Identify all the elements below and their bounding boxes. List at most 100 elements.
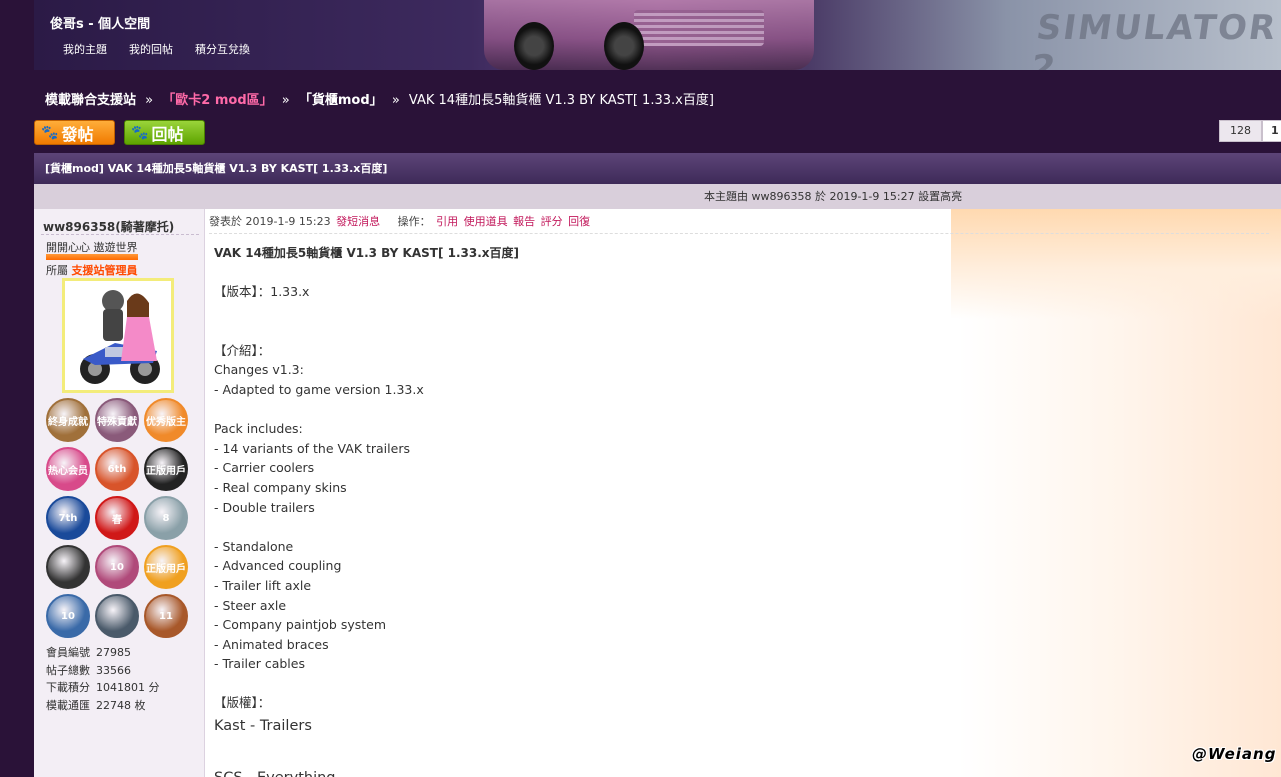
stat-post-count: 帖子總數 33566 bbox=[46, 662, 160, 680]
breadcrumb-home[interactable]: 模載聯合支援站 bbox=[45, 93, 136, 108]
medal-badge-icon[interactable]: 春 bbox=[95, 496, 139, 540]
breadcrumb-forum[interactable]: 「歐卡2 mod區」 bbox=[162, 93, 272, 108]
pagination: 128 1 bbox=[1219, 120, 1281, 142]
decorative-background bbox=[951, 209, 1281, 319]
stat-value: 33566 bbox=[96, 663, 131, 677]
post-content: 發表於 2019-1-9 15:23 發短消息 操作： 引用 使用道具 報告 評… bbox=[205, 209, 1281, 777]
author-motto: 開開心心 遨遊世界 bbox=[46, 241, 138, 254]
stat-label: 下載積分 bbox=[46, 681, 90, 694]
author-group-name[interactable]: 支援站管理員 bbox=[72, 264, 138, 277]
medal-badge-icon[interactable]: 优秀版主 bbox=[144, 398, 188, 442]
motorcycle-couple-avatar-icon bbox=[65, 281, 171, 390]
page-total: 128 bbox=[1219, 120, 1262, 142]
nav-points-exchange[interactable]: 積分互兌換 bbox=[195, 41, 250, 57]
stat-label: 會員編號 bbox=[46, 646, 90, 659]
post-line: - 14 variants of the VAK trailers bbox=[214, 440, 410, 456]
post: ww896358(騎著摩托) 開開心心 遨遊世界 所屬 支援站管理員 終身成就 … bbox=[34, 209, 1281, 777]
breadcrumb-separator: » bbox=[281, 93, 290, 108]
truck-wheel bbox=[514, 22, 554, 70]
author-level-bar bbox=[46, 254, 138, 260]
stat-currency: 模載通匯 22748 枚 bbox=[46, 697, 160, 715]
stat-download-points: 下載積分 1041801 分 bbox=[46, 679, 160, 697]
breadcrumb: 模載聯合支援站 » 「歐卡2 mod區」 » 「貨櫃mod」 » VAK 14種… bbox=[45, 89, 714, 108]
medal-badge-icon[interactable]: 10 bbox=[95, 545, 139, 589]
post-title: VAK 14種加長5軸貨櫃 V1.3 BY KAST[ 1.33.x百度] bbox=[214, 246, 520, 260]
paw-icon: 🐾 bbox=[131, 124, 149, 141]
stat-member-id: 會員編號 27985 bbox=[46, 644, 160, 662]
post-line: Pack includes: bbox=[214, 421, 303, 437]
reply-link[interactable]: 回復 bbox=[568, 215, 590, 228]
post-line: Changes v1.3: bbox=[214, 362, 304, 378]
medal-badge-icon[interactable]: 8 bbox=[144, 496, 188, 540]
post-line: - Advanced coupling bbox=[214, 558, 342, 574]
post-line: 【介紹】： bbox=[214, 342, 271, 358]
paw-icon: 🐾 bbox=[41, 124, 59, 141]
author-stats: 會員編號 27985 帖子總數 33566 下載積分 1041801 分 模載通匯 22… bbox=[46, 644, 160, 714]
post-line: - Steer axle bbox=[214, 597, 287, 613]
medal-badge-icon[interactable]: 11 bbox=[144, 594, 188, 638]
post-line: - Trailer lift axle bbox=[214, 577, 312, 593]
stat-value: 27985 bbox=[96, 646, 131, 659]
post-line: - Standalone bbox=[214, 538, 294, 554]
personal-nav: 我的主題 我的回帖 積分互兌換 bbox=[63, 41, 250, 57]
new-post-label: 發帖 bbox=[61, 124, 94, 144]
highlight-notice-text: 本主題由 ww896358 於 2019-1-9 15:27 設置高亮 bbox=[704, 190, 963, 203]
breadcrumb-category[interactable]: 「貨櫃mod」 bbox=[299, 93, 383, 108]
send-pm-link[interactable]: 發短消息 bbox=[336, 215, 380, 228]
breadcrumb-separator: » bbox=[145, 93, 154, 108]
medal-badge-icon[interactable]: 終身成就 bbox=[46, 398, 90, 442]
post-line: - Company paintjob system bbox=[214, 617, 387, 633]
medal-badge-icon[interactable]: 正版用戶 bbox=[144, 545, 188, 589]
post-date: 發表於 2019-1-9 15:23 bbox=[209, 215, 331, 228]
reply-button[interactable]: 🐾 回帖 bbox=[124, 120, 205, 145]
post-body: 【版本】：1.33.x 【介紹】： Changes v1.3: - Adapted t… bbox=[214, 282, 424, 777]
medal-badge-icon[interactable]: 热心会员 bbox=[46, 447, 90, 491]
divider bbox=[209, 233, 1269, 234]
medal-badge-icon[interactable]: 10 bbox=[46, 594, 90, 638]
author-sidebar: ww896358(騎著摩托) 開開心心 遨遊世界 所屬 支援站管理員 終身成就 … bbox=[34, 209, 205, 777]
medal-badge-icon[interactable] bbox=[46, 545, 90, 589]
rate-link[interactable]: 評分 bbox=[541, 215, 563, 228]
author-name[interactable]: ww896358(騎著摩托) bbox=[43, 218, 174, 235]
credit-line: Kast - Trailers bbox=[214, 718, 312, 735]
avatar[interactable] bbox=[62, 278, 174, 393]
divider bbox=[41, 234, 199, 235]
medal-badge-icon[interactable]: 7th bbox=[46, 496, 90, 540]
medal-badge-icon[interactable]: 6th bbox=[95, 447, 139, 491]
watermark: @Weiang bbox=[1192, 745, 1277, 763]
truck-grill bbox=[634, 10, 764, 46]
post-line: - Real company skins bbox=[214, 479, 347, 495]
stat-value: 1041801 分 bbox=[96, 681, 160, 694]
quote-link[interactable]: 引用 bbox=[436, 215, 458, 228]
nav-my-threads[interactable]: 我的主題 bbox=[63, 41, 107, 57]
banner-game-logo: SIMULATOR 2 bbox=[1028, 8, 1280, 70]
breadcrumb-separator: » bbox=[391, 93, 400, 108]
site-title[interactable]: 俊哥s - 個人空間 bbox=[50, 13, 150, 32]
medal-badge-icon[interactable]: 特殊貢獻 bbox=[95, 398, 139, 442]
nav-my-replies[interactable]: 我的回帖 bbox=[129, 41, 173, 57]
new-post-button[interactable]: 🐾 發帖 bbox=[34, 120, 115, 145]
post-line: - Double trailers bbox=[214, 499, 315, 515]
medal-badge-icon[interactable]: 正版用戶 bbox=[144, 447, 188, 491]
author-group-label: 所屬 bbox=[46, 264, 68, 277]
highlight-notice: 本主題由 ww896358 於 2019-1-9 15:27 設置高亮 bbox=[34, 184, 1281, 209]
medal-badge-icon[interactable] bbox=[95, 594, 139, 638]
reply-label: 回帖 bbox=[151, 124, 184, 144]
page-current[interactable]: 1 bbox=[1262, 120, 1281, 142]
credit-line: SCS - Everything bbox=[214, 765, 424, 777]
author-group: 所屬 支援站管理員 bbox=[46, 262, 138, 278]
ops-label: 操作： bbox=[397, 215, 431, 228]
stat-value: 22748 枚 bbox=[96, 698, 146, 712]
breadcrumb-current: VAK 14種加長5軸貨櫃 V1.3 BY KAST[ 1.33.x百度] bbox=[408, 93, 714, 108]
post-line: 【版本】：1.33.x bbox=[214, 284, 310, 299]
use-item-link[interactable]: 使用道具 bbox=[464, 215, 508, 228]
thread-title: [貨櫃mod] VAK 14種加長5軸貨櫃 V1.3 BY KAST[ 1.33… bbox=[34, 153, 1281, 184]
post-line: - Carrier coolers bbox=[214, 460, 315, 476]
report-link[interactable]: 報告 bbox=[513, 215, 535, 228]
